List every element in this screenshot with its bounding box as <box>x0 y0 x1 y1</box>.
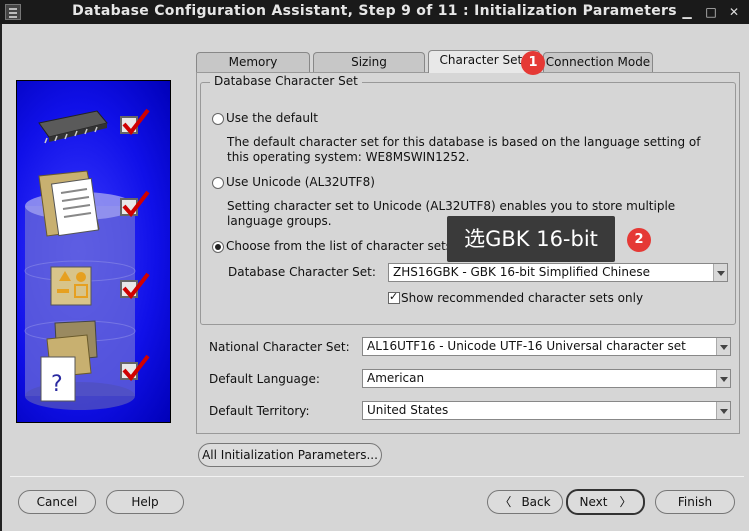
tab-memory[interactable]: Memory <box>196 52 310 72</box>
documents-folder-icon <box>38 170 100 237</box>
minimize-icon[interactable]: ▁ <box>678 3 696 21</box>
step-check-icon <box>120 354 150 382</box>
use-unicode-label: Use Unicode (AL32UTF8) <box>226 175 375 189</box>
next-label: Next <box>579 495 608 509</box>
chevron-down-icon <box>716 338 730 355</box>
maximize-icon[interactable]: □ <box>702 3 720 21</box>
step-check-icon <box>120 108 150 136</box>
step-check-icon <box>120 190 150 218</box>
choose-from-list-radio[interactable] <box>212 241 224 253</box>
next-button[interactable]: Next 〉 <box>566 489 645 515</box>
back-label: Back <box>521 495 551 509</box>
national-character-set-value: AL16UTF16 - Unicode UTF-16 Universal cha… <box>367 339 686 353</box>
svg-text:?: ? <box>51 372 63 397</box>
default-territory-value: United States <box>367 403 449 417</box>
default-language-label: Default Language: <box>209 372 320 386</box>
window-frame <box>0 24 2 531</box>
help-button[interactable]: Help <box>106 490 184 514</box>
default-territory-select[interactable]: United States <box>362 401 731 420</box>
divider <box>10 476 744 477</box>
close-icon[interactable]: ✕ <box>725 3 743 21</box>
chevron-left-icon: 〈 <box>499 495 512 509</box>
show-recommended-checkbox[interactable] <box>388 290 400 304</box>
back-button[interactable]: 〈 Back <box>487 490 563 514</box>
use-default-description: The default character set for this datab… <box>227 135 701 164</box>
database-character-set-select[interactable]: ZHS16GBK - GBK 16-bit Simplified Chinese <box>388 263 728 282</box>
annotation-badge-2: 2 <box>627 228 651 252</box>
chevron-down-icon <box>713 264 727 281</box>
use-default-radio[interactable] <box>212 113 224 125</box>
wizard-illustration: ? <box>16 80 171 423</box>
shapes-icon <box>50 266 92 306</box>
choose-from-list-label: Choose from the list of character sets <box>226 239 453 253</box>
window-title: Database Configuration Assistant, Step 9… <box>72 3 677 19</box>
title-bar: Database Configuration Assistant, Step 9… <box>0 0 749 24</box>
chevron-right-icon: 〉 <box>619 495 632 509</box>
database-character-set-value: ZHS16GBK - GBK 16-bit Simplified Chinese <box>393 265 651 279</box>
default-language-value: American <box>367 371 425 385</box>
show-recommended-label: Show recommended character sets only <box>401 291 644 305</box>
memory-chip-icon <box>38 110 108 144</box>
use-unicode-radio[interactable] <box>212 177 224 189</box>
finish-button[interactable]: Finish <box>655 490 735 514</box>
default-territory-label: Default Territory: <box>209 404 310 418</box>
cancel-button[interactable]: Cancel <box>18 490 96 514</box>
annotation-badge-1: 1 <box>521 51 545 75</box>
step-check-icon <box>120 272 150 300</box>
tab-sizing[interactable]: Sizing <box>313 52 425 72</box>
tab-connection-mode[interactable]: Connection Mode <box>543 52 653 72</box>
use-default-label: Use the default <box>226 111 318 125</box>
all-initialization-parameters-button[interactable]: All Initialization Parameters... <box>198 443 382 467</box>
national-character-set-select[interactable]: AL16UTF16 - Unicode UTF-16 Universal cha… <box>362 337 731 356</box>
chevron-down-icon <box>716 370 730 387</box>
default-language-select[interactable]: American <box>362 369 731 388</box>
database-character-set-label: Database Character Set: <box>228 265 376 279</box>
annotation-tooltip: 选GBK 16-bit <box>447 216 615 262</box>
national-character-set-label: National Character Set: <box>209 340 350 354</box>
chevron-down-icon <box>716 402 730 419</box>
group-legend: Database Character Set <box>210 74 362 88</box>
